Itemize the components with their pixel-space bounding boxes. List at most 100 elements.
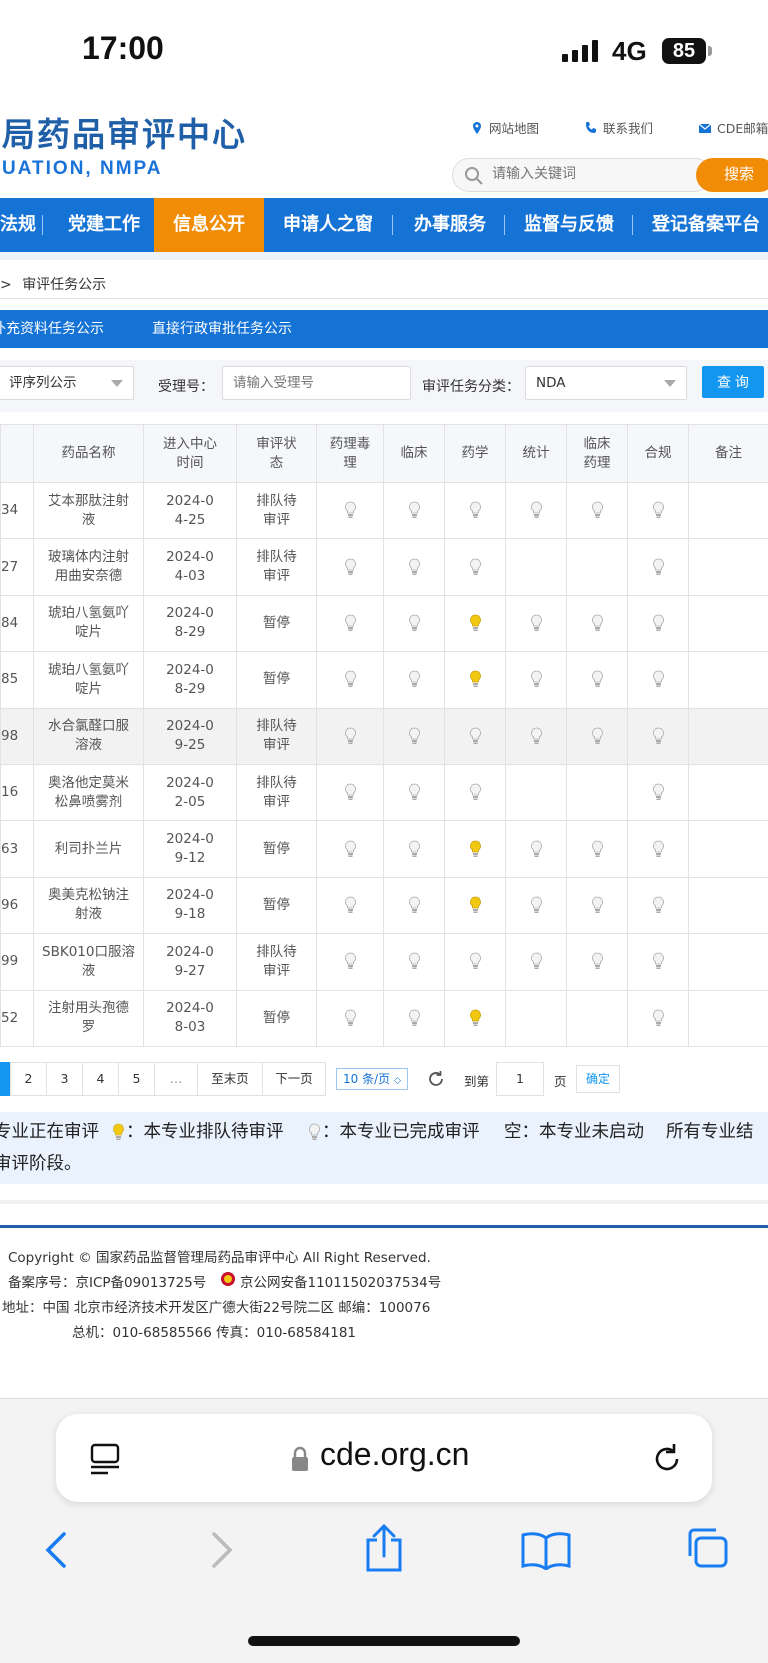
bulb-grey-icon xyxy=(469,501,481,519)
table-row[interactable]: 84 琥珀八氢氨吖啶片 2024-08-29 暂停 xyxy=(0,594,768,653)
forward-arrow-icon[interactable] xyxy=(206,1530,238,1570)
cell-compliance xyxy=(627,763,689,822)
cell-remarks xyxy=(688,763,768,822)
cell-entry-time: 2024-04-25 xyxy=(143,481,237,540)
breadcrumb-current[interactable]: 审评任务公示 xyxy=(22,277,106,293)
cell-entry-time: 2024-02-05 xyxy=(143,763,237,822)
cell-acceptance-no[interactable]: 34 xyxy=(0,481,34,540)
table-row[interactable]: 99 SBK010口服溶液 2024-09-27 排队待审评 xyxy=(0,933,768,991)
nav-item-registration-platform[interactable]: 登记备案平台 xyxy=(640,198,768,252)
next-page-button[interactable]: 下一页 xyxy=(262,1062,326,1096)
last-page-button[interactable]: 至末页 xyxy=(197,1062,263,1096)
table-row[interactable]: 16 奥洛他定莫米松鼻喷雾剂 2024-02-05 排队待审评 xyxy=(0,763,768,822)
cell-pharmacy xyxy=(444,876,506,935)
footer-icp[interactable]: 备案序号：京ICP备09013725号 xyxy=(8,1271,206,1291)
back-arrow-icon[interactable] xyxy=(40,1530,72,1570)
bookmarks-icon[interactable] xyxy=(520,1530,572,1570)
refresh-icon[interactable] xyxy=(426,1069,446,1089)
col-header-pharmacy: 药学 xyxy=(444,424,506,483)
table-row[interactable]: 63 利司扑兰片 2024-09-12 暂停 xyxy=(0,820,768,878)
reload-icon[interactable] xyxy=(650,1442,684,1476)
page-size-select[interactable]: 10 条/页 ◇ xyxy=(336,1068,408,1090)
contact-link[interactable]: 联系我们 xyxy=(584,118,653,137)
nav-item-regulations[interactable]: 法规 xyxy=(0,198,36,252)
tab-direct-admin-approval[interactable]: 直接行政审批任务公示 xyxy=(152,310,292,348)
bulb-grey-icon xyxy=(652,727,664,744)
nav-item-applicant-window[interactable]: 申请人之窗 xyxy=(270,198,386,252)
table-row[interactable]: 52 注射用头孢德罗 2024-08-03 暂停 xyxy=(0,989,768,1047)
page-link[interactable]: 4 xyxy=(82,1062,119,1096)
cell-pharmtox xyxy=(316,707,384,765)
nav-item-services[interactable]: 办事服务 xyxy=(400,198,500,252)
tab-supplementary-material[interactable]: 补充资料任务公示 xyxy=(0,310,104,348)
cell-acceptance-no[interactable]: 16 xyxy=(0,763,34,822)
sitemap-link[interactable]: 网站地图 xyxy=(470,118,539,137)
accept-number-input[interactable] xyxy=(222,366,411,400)
nav-item-supervision-feedback[interactable]: 监督与反馈 xyxy=(510,198,628,252)
bulb-grey-icon xyxy=(344,840,356,857)
cell-acceptance-no[interactable]: 84 xyxy=(0,594,34,653)
cell-acceptance-no[interactable]: 98 xyxy=(0,707,34,765)
legend-all-done: 所有专业结 xyxy=(666,1122,754,1142)
legend-in-review: 专业正在审评 xyxy=(0,1122,99,1142)
cell-remarks xyxy=(688,933,768,991)
tabs-icon[interactable] xyxy=(684,1526,730,1570)
url-text[interactable]: cde.org.cn xyxy=(320,1436,469,1473)
table-row[interactable]: 27 玻璃体内注射用曲安奈德 2024-04-03 排队待审评 xyxy=(0,538,768,596)
cell-pharmacy xyxy=(444,933,506,991)
table-row[interactable]: 96 奥美克松钠注射液 2024-09-18 暂停 xyxy=(0,876,768,935)
bulb-grey-icon xyxy=(344,896,356,913)
cell-clinical xyxy=(383,989,445,1047)
page-link[interactable]: 5 xyxy=(118,1062,155,1096)
nav-item-info-public[interactable]: 信息公开 xyxy=(154,198,264,252)
cde-mail-link[interactable]: CDE邮箱 xyxy=(698,118,768,137)
col-header-compliance: 合规 xyxy=(627,424,689,483)
cell-acceptance-no[interactable]: 27 xyxy=(0,538,34,596)
cell-acceptance-no[interactable]: 99 xyxy=(0,933,34,991)
legend-line-2: 审评阶段。 xyxy=(0,1148,768,1180)
page-link[interactable]: 2 xyxy=(10,1062,47,1096)
cell-acceptance-no[interactable]: 63 xyxy=(0,820,34,878)
goto-label: 到第 xyxy=(464,1074,490,1089)
table-row[interactable]: 34 艾本那肽注射液 2024-04-25 排队待审评 xyxy=(0,481,768,540)
table-row[interactable]: 85 琥珀八氢氨吖啶片 2024-08-29 暂停 xyxy=(0,651,768,709)
search-button[interactable]: 搜索 xyxy=(696,158,768,192)
reader-mode-icon[interactable] xyxy=(88,1442,122,1476)
cell-clinical xyxy=(383,933,445,991)
goto-confirm-button[interactable]: 确定 xyxy=(576,1065,620,1093)
cell-compliance xyxy=(627,538,689,596)
home-indicator[interactable] xyxy=(248,1636,520,1646)
cell-compliance xyxy=(627,933,689,991)
site-title[interactable]: 局药品审评中心 xyxy=(2,108,247,156)
cell-status: 排队待审评 xyxy=(236,538,317,596)
query-button[interactable]: 查 询 xyxy=(702,366,764,398)
contact-label: 联系我们 xyxy=(603,121,654,136)
goto-page-input[interactable]: 1 xyxy=(496,1062,544,1096)
col-header-drug-name: 药品名称 xyxy=(33,424,144,483)
cell-statistics xyxy=(505,481,567,540)
footer-police-record[interactable]: 京公网安备11011502037534号 xyxy=(240,1271,441,1291)
cell-pharmtox xyxy=(316,651,384,709)
nav-item-party-building[interactable]: 党建工作 xyxy=(54,198,154,252)
cell-statistics xyxy=(505,763,567,822)
cell-acceptance-no[interactable]: 52 xyxy=(0,989,34,1047)
cell-drug-name: SBK010口服溶液 xyxy=(33,933,144,991)
cell-drug-name: 利司扑兰片 xyxy=(33,820,144,878)
cell-clinical-pharm xyxy=(566,707,628,765)
cell-remarks xyxy=(688,989,768,1047)
bulb-grey-icon xyxy=(408,727,420,744)
cell-clinical xyxy=(383,481,445,540)
bulb-yellow-icon xyxy=(113,1123,124,1140)
page-current[interactable] xyxy=(0,1062,10,1096)
filter-bar: 评序列公示 受理号： 审评任务分类： NDA xyxy=(0,360,768,412)
sequence-select[interactable]: 评序列公示 xyxy=(0,366,134,400)
search-input[interactable] xyxy=(492,166,672,182)
pagination: 2 3 4 5 … 至末页 下一页 10 条/页 ◇ 到第 1 页 确定 xyxy=(0,1062,768,1096)
category-select[interactable]: NDA xyxy=(525,366,687,400)
page-link[interactable]: 3 xyxy=(46,1062,83,1096)
cell-acceptance-no[interactable]: 85 xyxy=(0,651,34,709)
bulb-grey-icon xyxy=(408,501,420,519)
table-row[interactable]: 98 水合氯醛口服溶液 2024-09-25 排队待审评 xyxy=(0,707,768,765)
share-icon[interactable] xyxy=(362,1524,406,1572)
cell-acceptance-no[interactable]: 96 xyxy=(0,876,34,935)
